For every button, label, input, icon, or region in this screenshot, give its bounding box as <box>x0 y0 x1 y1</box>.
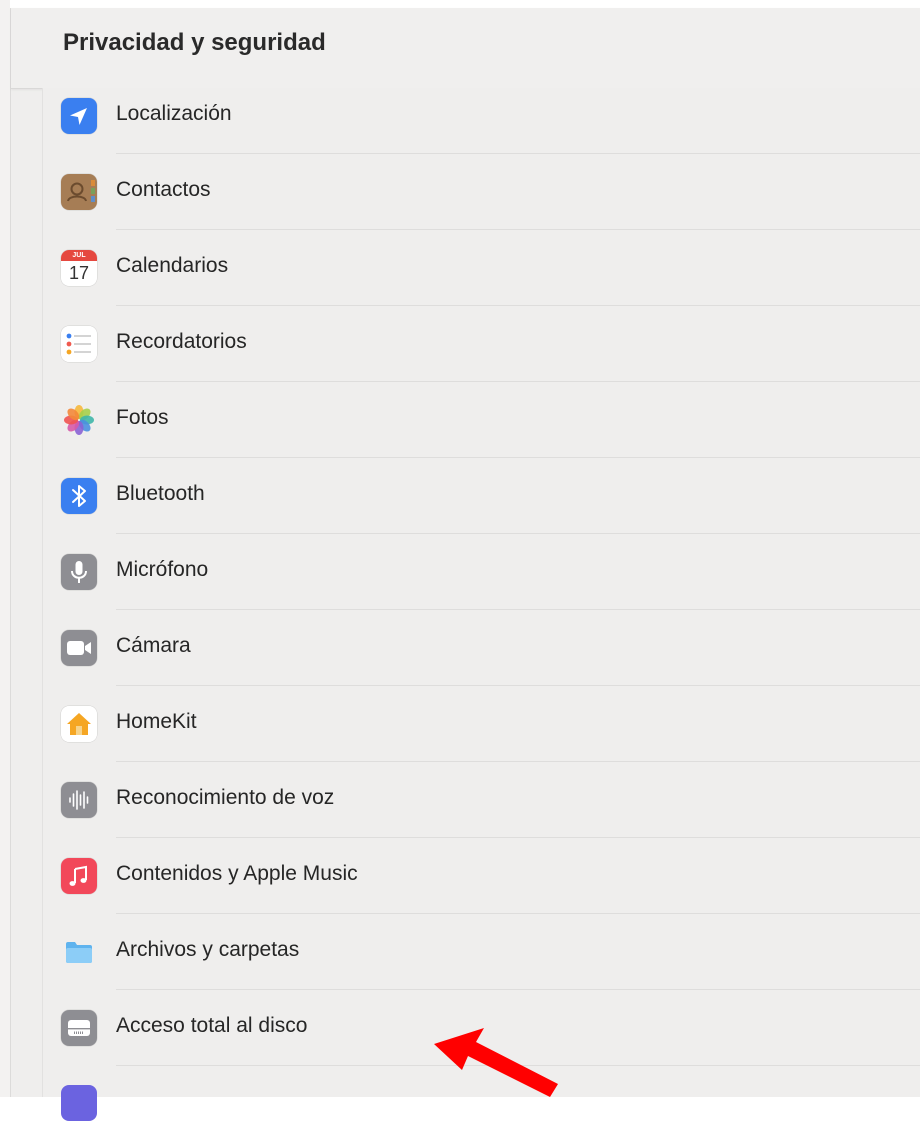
list-item-label: Reconocimiento de voz <box>116 786 335 809</box>
list-item-media-apple-music[interactable]: Contenidos y Apple Music <box>43 838 920 914</box>
list-item-label: Cámara <box>116 634 191 657</box>
hard-drive-icon <box>61 1010 97 1046</box>
annotation-arrow-icon <box>434 1028 558 1097</box>
list-item-label: Localización <box>116 102 232 125</box>
privacy-list: Localización Contactos JUL 17 Calendario… <box>42 88 920 1121</box>
list-item-label: Micrófono <box>116 558 209 581</box>
header: Privacidad y seguridad <box>11 8 920 89</box>
list-item-label: HomeKit <box>116 710 197 733</box>
list-item-label: Contactos <box>116 178 211 201</box>
calendar-day: 17 <box>68 263 90 283</box>
home-icon <box>61 706 97 742</box>
partial-row-icon <box>61 1085 97 1121</box>
list-item-label: Bluetooth <box>116 482 205 505</box>
list-item-label: Calendarios <box>116 254 229 277</box>
location-arrow-icon <box>61 98 97 134</box>
list-item-label: Fotos <box>116 406 169 429</box>
bluetooth-icon <box>61 478 97 514</box>
calendar-month: JUL <box>61 250 97 261</box>
list-item-bluetooth[interactable]: Bluetooth <box>43 458 920 534</box>
list-item-label: Acceso total al disco <box>116 1014 308 1037</box>
page-title: Privacidad y seguridad <box>63 29 326 56</box>
list-item-reminders[interactable]: Recordatorios <box>43 306 920 382</box>
list-item-contacts[interactable]: Contactos <box>43 154 920 230</box>
photos-flower-icon <box>61 402 97 438</box>
list-item-label: Recordatorios <box>116 330 247 353</box>
list-item-homekit[interactable]: HomeKit <box>43 686 920 762</box>
waveform-icon <box>61 782 97 818</box>
list-item-location[interactable]: Localización <box>43 78 920 154</box>
list-item-microphone[interactable]: Micrófono <box>43 534 920 610</box>
settings-window: Privacidad y seguridad Localización Cont… <box>10 8 920 1121</box>
folder-icon <box>61 934 97 970</box>
contacts-book-icon <box>61 174 97 210</box>
list-item-label: Archivos y carpetas <box>116 938 300 961</box>
list-item-files-folders[interactable]: Archivos y carpetas <box>43 914 920 990</box>
sidebar-edge <box>0 0 10 1097</box>
list-item-photos[interactable]: Fotos <box>43 382 920 458</box>
calendar-icon: JUL 17 <box>61 250 97 286</box>
list-item-camera[interactable]: Cámara <box>43 610 920 686</box>
list-item-speech-recognition[interactable]: Reconocimiento de voz <box>43 762 920 838</box>
camera-icon <box>61 630 97 666</box>
list-item-label: Contenidos y Apple Music <box>116 862 358 885</box>
reminders-list-icon <box>61 326 97 362</box>
music-note-icon <box>61 858 97 894</box>
list-item-calendars[interactable]: JUL 17 Calendarios <box>43 230 920 306</box>
microphone-icon <box>61 554 97 590</box>
